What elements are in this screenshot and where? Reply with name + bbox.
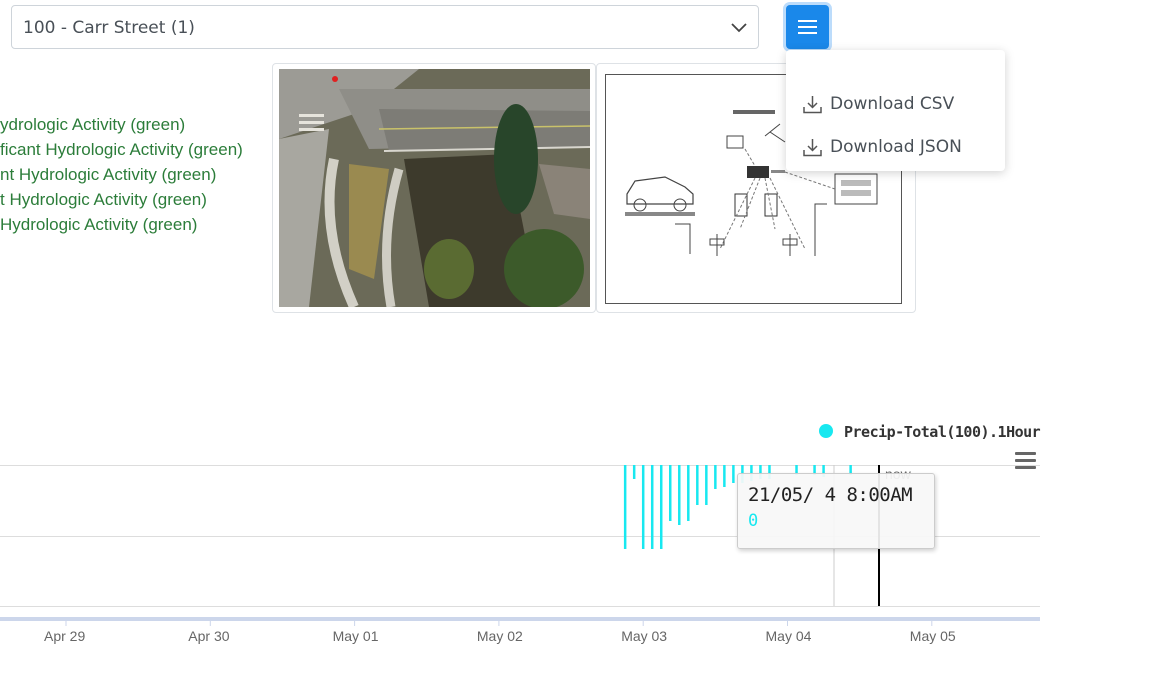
x-tick-label: May 04 [765,628,812,644]
hamburger-icon [1015,452,1036,469]
x-tick-label: May 01 [332,628,379,644]
navigator-axis [0,617,1040,621]
download-dropdown-menu: Download CSV Download JSON [786,50,1005,171]
download-icon [803,95,822,113]
x-tick-label: May 05 [909,628,956,644]
tooltip-value: 0 [748,511,759,531]
download-csv-label: Download CSV [830,94,955,114]
x-tick-label: May 02 [476,628,523,644]
legend-series-marker[interactable] [819,424,833,438]
x-tick-label: May 03 [621,628,668,644]
download-csv-item[interactable]: Download CSV [803,92,954,116]
x-tick-label: Apr 29 [44,628,86,644]
x-tick-label: Apr 30 [188,628,230,644]
tooltip-date: 21/05/ 4 8:00AM [748,484,913,506]
chart-context-menu-button[interactable] [1014,451,1037,471]
download-json-label: Download JSON [830,137,962,157]
legend-series-label[interactable]: Precip-Total(100).1Hour [844,423,1041,441]
chart-tooltip: 21/05/ 4 8:00AM 0 [737,473,935,549]
download-json-item[interactable]: Download JSON [803,135,962,159]
download-icon [803,138,822,156]
